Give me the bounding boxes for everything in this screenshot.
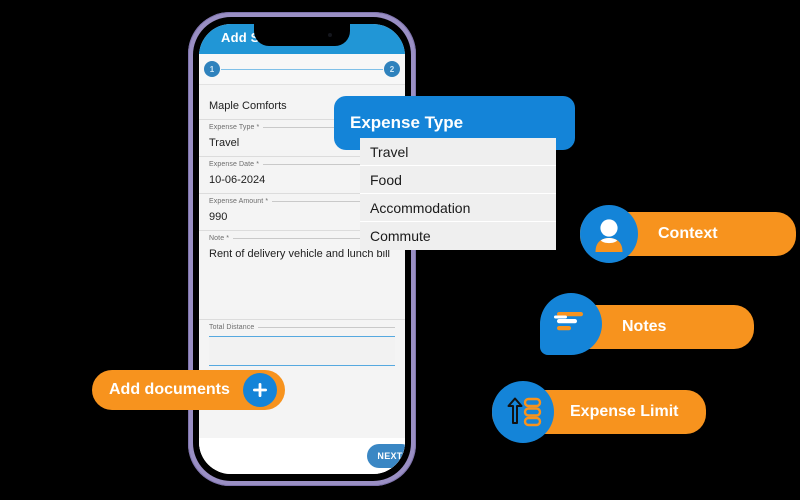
badge-add-documents-pill: Add documents: [92, 370, 285, 410]
dropdown-option-accommodation[interactable]: Accommodation: [360, 194, 556, 222]
field-total-distance-label: Total Distance: [209, 324, 395, 331]
form-footer: NEXT: [199, 438, 405, 474]
stepper-step-1[interactable]: 1: [204, 61, 220, 77]
front-camera-icon: [328, 33, 332, 37]
badge-expense-limit[interactable]: Expense Limit: [492, 381, 706, 443]
badge-notes[interactable]: Notes: [540, 293, 754, 355]
badge-expense-limit-label: Expense Limit: [570, 403, 679, 420]
form-stepper: 1 2: [199, 54, 405, 85]
next-button[interactable]: NEXT: [367, 444, 405, 468]
dropdown-option-travel[interactable]: Travel: [360, 138, 556, 166]
label-rule: [258, 327, 395, 328]
badge-notes-label: Notes: [622, 318, 667, 335]
field-note-label-text: Note *: [209, 235, 230, 242]
phone-notch: [254, 24, 350, 46]
badge-context[interactable]: Context: [580, 205, 796, 263]
field-total-distance[interactable]: Total Distance: [199, 320, 405, 366]
speech-bubble-icon: [540, 293, 602, 355]
plus-icon[interactable]: [243, 373, 277, 407]
total-distance-input[interactable]: [209, 336, 395, 366]
stepper-connector-line: [221, 69, 383, 70]
field-expense-type-label-text: Expense Type *: [209, 124, 260, 131]
field-total-distance-label-text: Total Distance: [209, 324, 255, 331]
field-expense-date-label-text: Expense Date *: [209, 161, 260, 168]
badge-context-label: Context: [658, 225, 718, 242]
screenshot-stage: Add SP Expense 1 2 Maple Comforts Expens…: [0, 0, 800, 500]
dropdown-option-list: Travel Food Accommodation Commute: [360, 138, 556, 250]
stepper-step-2[interactable]: 2: [384, 61, 400, 77]
expense-type-dropdown: Expense Type Travel Food Accommodation C…: [334, 96, 575, 250]
arrow-up-list-icon: [492, 381, 554, 443]
dropdown-option-food[interactable]: Food: [360, 166, 556, 194]
field-expense-amount-label-text: Expense Amount *: [209, 198, 269, 205]
badge-add-documents[interactable]: Add documents: [92, 370, 285, 410]
person-icon: [580, 205, 638, 263]
dropdown-option-commute[interactable]: Commute: [360, 222, 556, 250]
badge-add-documents-label: Add documents: [109, 381, 230, 398]
